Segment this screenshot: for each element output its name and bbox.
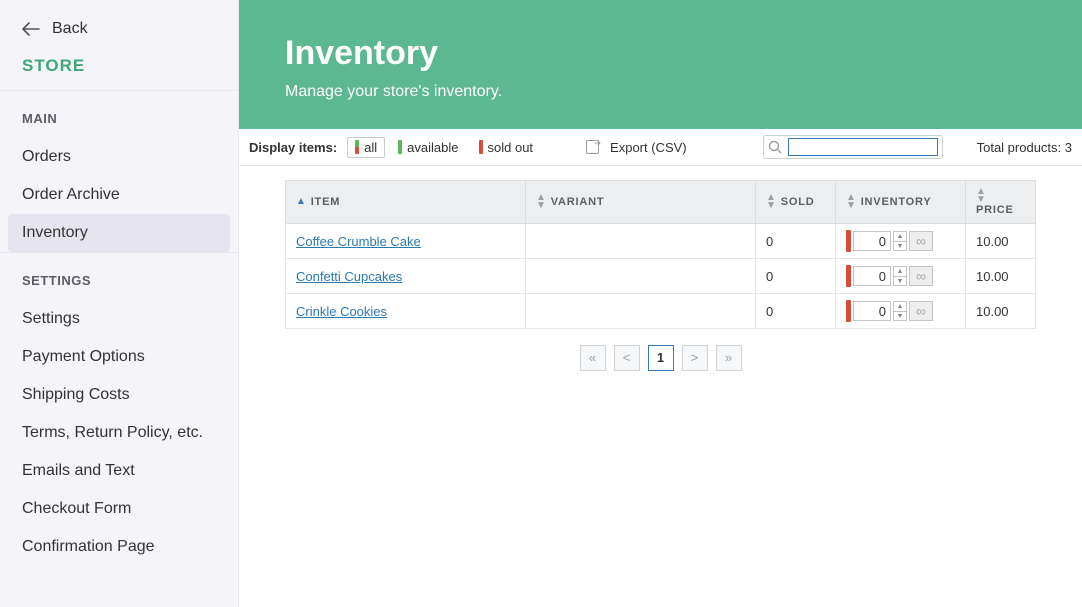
stock-status-icon <box>846 300 851 322</box>
sidebar-item-order-archive[interactable]: Order Archive <box>0 176 238 214</box>
sidebar-item-settings[interactable]: Settings <box>0 300 238 338</box>
sidebar: Back STORE MAIN Orders Order Archive Inv… <box>0 0 239 607</box>
quantity-stepper[interactable]: ▲▼ <box>893 301 907 321</box>
page-last[interactable]: » <box>716 345 742 371</box>
filter-soldout-label: sold out <box>488 140 534 155</box>
col-sold-label: SOLD <box>781 196 815 208</box>
sold-cell: 0 <box>756 259 836 294</box>
sidebar-item-terms[interactable]: Terms, Return Policy, etc. <box>0 414 238 452</box>
stock-status-icon <box>846 230 851 252</box>
filter-soldout[interactable]: sold out <box>472 138 541 157</box>
sort-icon: ▲▼ <box>846 194 857 210</box>
col-header-inventory[interactable]: ▲▼ INVENTORY <box>836 181 966 224</box>
col-inventory-label: INVENTORY <box>861 196 932 208</box>
sold-cell: 0 <box>756 294 836 329</box>
toolbar: Display items: all available sold out Ex… <box>239 129 1082 166</box>
store-heading: STORE <box>0 56 238 90</box>
price-cell: 10.00 <box>966 259 1036 294</box>
filter-available-label: available <box>407 140 458 155</box>
price-cell: 10.00 <box>966 294 1036 329</box>
variant-cell <box>526 259 756 294</box>
export-csv-button[interactable]: Export (CSV) <box>586 140 687 155</box>
indicator-available-icon <box>398 140 402 154</box>
sidebar-item-inventory[interactable]: Inventory <box>8 214 230 252</box>
indicator-all-icon <box>355 140 359 154</box>
sort-icon: ▲▼ <box>976 188 987 204</box>
page-subtitle: Manage your store's inventory. <box>285 83 1036 101</box>
sidebar-item-payment-options[interactable]: Payment Options <box>0 338 238 376</box>
item-link[interactable]: Coffee Crumble Cake <box>296 234 421 249</box>
table-row: Confetti Cupcakes00▲▼∞10.00 <box>286 259 1036 294</box>
page-first[interactable]: « <box>580 345 606 371</box>
indicator-soldout-icon <box>479 140 483 154</box>
quantity-stepper[interactable]: ▲▼ <box>893 231 907 251</box>
col-header-item[interactable]: ▲ ITEM <box>286 181 526 224</box>
item-link[interactable]: Confetti Cupcakes <box>296 269 402 284</box>
col-header-sold[interactable]: ▲▼ SOLD <box>756 181 836 224</box>
total-products: Total products: 3 <box>977 140 1072 155</box>
infinity-button[interactable]: ∞ <box>909 301 933 321</box>
page-current[interactable]: 1 <box>648 345 674 371</box>
search-icon <box>768 140 782 154</box>
search-input[interactable] <box>788 138 938 156</box>
col-header-price[interactable]: ▲▼PRICE <box>966 181 1036 224</box>
col-header-variant[interactable]: ▲▼ VARIANT <box>526 181 756 224</box>
sold-cell: 0 <box>756 224 836 259</box>
inventory-input[interactable]: 0 <box>853 266 891 286</box>
table-row: Coffee Crumble Cake00▲▼∞10.00 <box>286 224 1036 259</box>
quantity-stepper[interactable]: ▲▼ <box>893 266 907 286</box>
filter-available[interactable]: available <box>391 138 465 157</box>
inventory-input[interactable]: 0 <box>853 231 891 251</box>
col-item-label: ITEM <box>311 196 340 208</box>
arrow-left-icon <box>22 22 40 36</box>
export-label: Export (CSV) <box>610 140 687 155</box>
variant-cell <box>526 294 756 329</box>
step-down-icon[interactable]: ▼ <box>894 312 906 321</box>
sidebar-item-shipping-costs[interactable]: Shipping Costs <box>0 376 238 414</box>
sidebar-item-checkout-form[interactable]: Checkout Form <box>0 490 238 528</box>
step-down-icon[interactable]: ▼ <box>894 242 906 251</box>
sidebar-item-orders[interactable]: Orders <box>0 138 238 176</box>
filter-all-label: all <box>364 140 377 155</box>
inventory-input[interactable]: 0 <box>853 301 891 321</box>
section-main: MAIN <box>0 90 238 138</box>
table-row: Crinkle Cookies00▲▼∞10.00 <box>286 294 1036 329</box>
section-settings: SETTINGS <box>0 252 238 300</box>
step-up-icon[interactable]: ▲ <box>894 302 906 312</box>
sidebar-item-confirmation-page[interactable]: Confirmation Page <box>0 528 238 566</box>
sidebar-item-emails[interactable]: Emails and Text <box>0 452 238 490</box>
filter-all[interactable]: all <box>347 137 385 158</box>
infinity-button[interactable]: ∞ <box>909 266 933 286</box>
page-next[interactable]: > <box>682 345 708 371</box>
inventory-table-wrap: ▲ITEM ▲▼VARIANT ▲▼SOLD ▲▼INVENTORY ▲▼PRI… <box>239 166 1082 387</box>
export-icon <box>586 140 602 154</box>
variant-cell <box>526 224 756 259</box>
step-up-icon[interactable]: ▲ <box>894 267 906 277</box>
pagination: « < 1 > » <box>285 329 1036 387</box>
price-cell: 10.00 <box>966 224 1036 259</box>
step-up-icon[interactable]: ▲ <box>894 232 906 242</box>
item-link[interactable]: Crinkle Cookies <box>296 304 387 319</box>
sort-asc-icon: ▲ <box>296 198 307 206</box>
infinity-button[interactable]: ∞ <box>909 231 933 251</box>
inventory-table: ▲ITEM ▲▼VARIANT ▲▼SOLD ▲▼INVENTORY ▲▼PRI… <box>285 180 1036 329</box>
main-content: Inventory Manage your store's inventory.… <box>239 0 1082 607</box>
sort-icon: ▲▼ <box>766 194 777 210</box>
back-label: Back <box>52 20 88 38</box>
page-prev[interactable]: < <box>614 345 640 371</box>
stock-status-icon <box>846 265 851 287</box>
col-price-label: PRICE <box>976 204 1014 216</box>
page-title: Inventory <box>285 34 1036 73</box>
search-box <box>763 135 943 159</box>
step-down-icon[interactable]: ▼ <box>894 277 906 286</box>
hero: Inventory Manage your store's inventory. <box>239 0 1082 129</box>
col-variant-label: VARIANT <box>551 196 605 208</box>
sort-icon: ▲▼ <box>536 194 547 210</box>
display-items-label: Display items: <box>249 140 337 155</box>
back-button[interactable]: Back <box>0 10 238 56</box>
